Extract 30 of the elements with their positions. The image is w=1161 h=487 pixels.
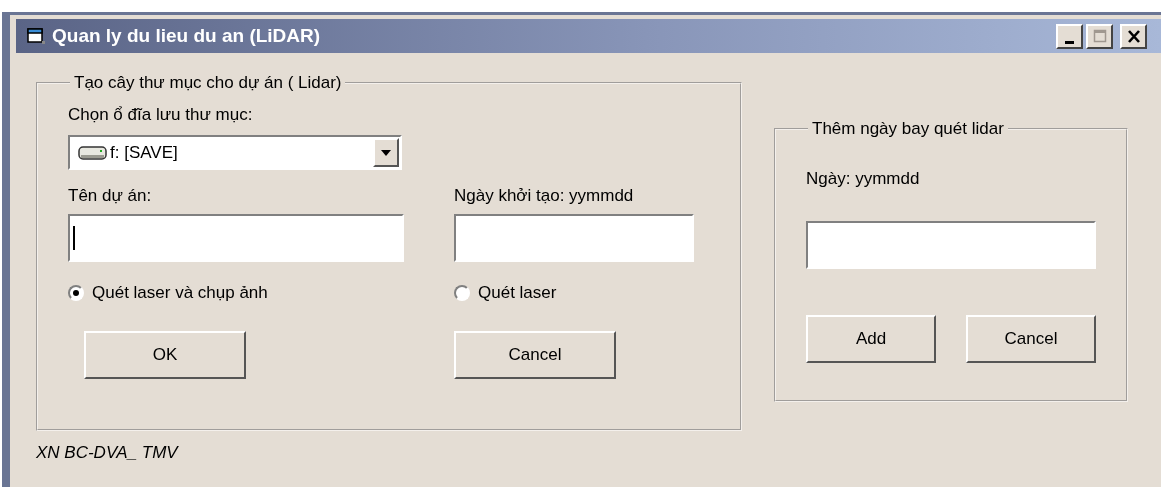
window-title: Quan ly du lieu du an (LiDAR) — [52, 25, 321, 47]
caret-icon — [380, 148, 392, 157]
add-button[interactable]: Add — [806, 315, 936, 363]
group-title: Thêm ngày bay quét lidar — [811, 119, 1005, 139]
text-field[interactable] — [454, 214, 694, 262]
field-label: Ngày: yymmdd — [806, 169, 921, 189]
close-icon — [1126, 29, 1141, 43]
text-field[interactable] — [68, 214, 404, 262]
field-label: Ngày khởi tạo: yymmdd — [454, 186, 634, 206]
radio-button[interactable] — [68, 285, 84, 301]
drive-dropdown[interactable]: f: [SAVE] — [68, 135, 402, 170]
minimize-icon — [1065, 40, 1074, 44]
date-field[interactable] — [806, 221, 1096, 269]
radio-button[interactable] — [454, 285, 470, 301]
field-label: Chọn ổ đĩa lưu thư mục: — [68, 105, 254, 125]
cancel-button[interactable]: Cancel — [966, 315, 1096, 363]
field-label: Tên dự án: — [68, 186, 152, 206]
status-text: XN BC-DVA_ TMV — [36, 443, 180, 463]
radio-option[interactable]: Quét laser — [454, 282, 557, 304]
dropdown-value: f: [SAVE] — [110, 142, 179, 163]
ok-button[interactable]: OK — [84, 331, 246, 379]
maximize-icon — [1092, 29, 1107, 43]
radio-option[interactable]: Quét laser và chụp ảnh — [68, 282, 268, 304]
dropdown-arrow-button[interactable] — [373, 138, 399, 167]
drive-icon — [78, 144, 108, 161]
window-icon — [26, 27, 46, 45]
cancel-button[interactable]: Cancel — [454, 331, 616, 379]
minimize-button[interactable] — [1056, 23, 1083, 49]
close-button[interactable] — [1120, 23, 1147, 49]
group-title: Tạo cây thư mục cho dự án ( Lidar) — [73, 73, 343, 93]
